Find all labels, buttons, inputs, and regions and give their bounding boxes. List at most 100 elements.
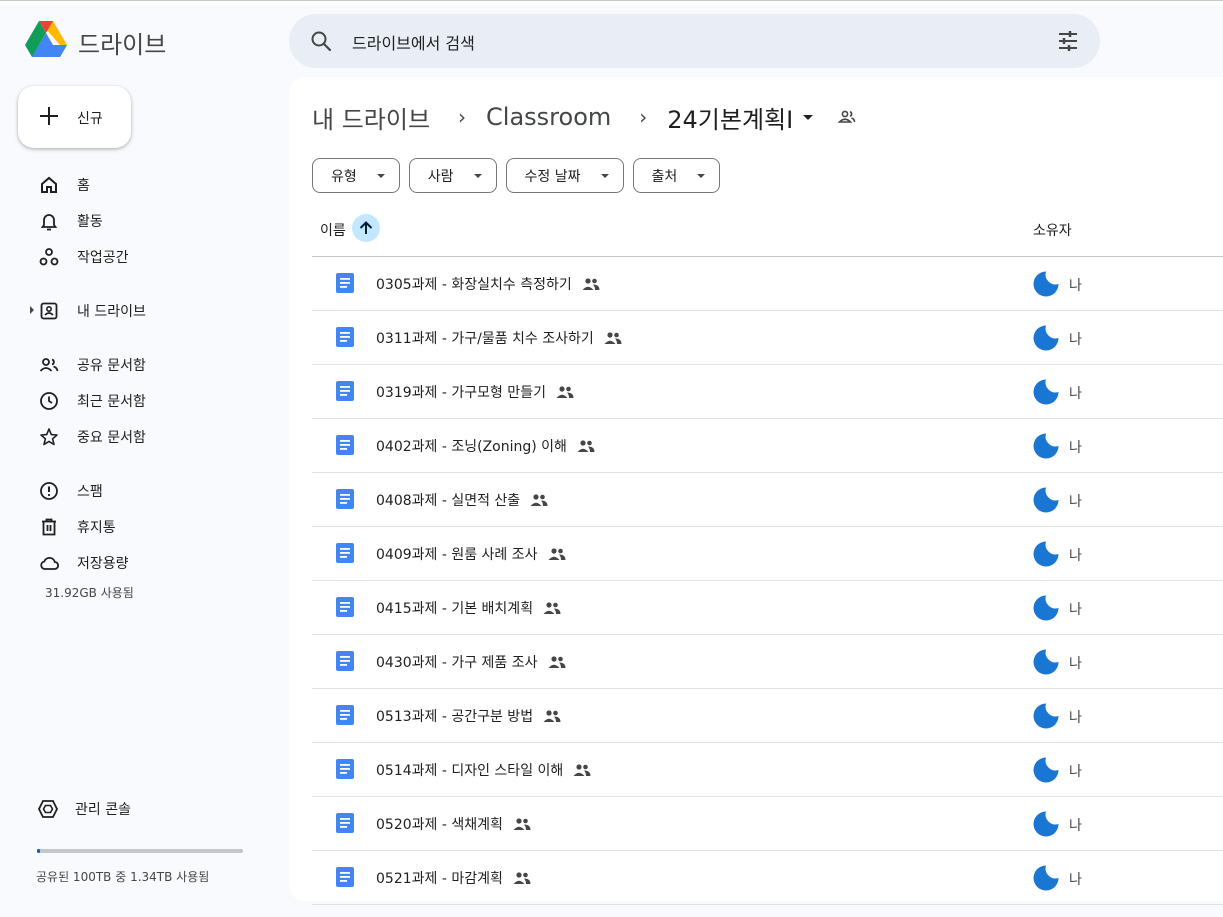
shared-people-icon xyxy=(582,278,600,290)
file-row[interactable]: 0409과제 - 원룸 사례 조사 나 xyxy=(312,527,1223,581)
shared-people-icon xyxy=(543,602,561,614)
tune-icon[interactable] xyxy=(1056,29,1080,53)
search-bar[interactable]: 드라이브에서 검색 xyxy=(289,14,1100,68)
column-name-header[interactable]: 이름 xyxy=(320,220,346,240)
main-panel: 내 드라이브 › Classroom › 24기본계획I 유형 사람 수정 날짜… xyxy=(289,77,1223,905)
filter-label: 출처 xyxy=(651,168,678,185)
quota-text: 공유된 100TB 중 1.34TB 사용됨 xyxy=(36,870,210,884)
dropdown-arrow-icon[interactable] xyxy=(803,114,814,120)
sidebar-item-storage[interactable]: 저장용량 xyxy=(30,546,270,578)
google-docs-icon xyxy=(336,327,354,347)
breadcrumb-classroom[interactable]: Classroom xyxy=(486,103,611,131)
filter-label: 유형 xyxy=(331,168,357,185)
sidebar-item-label: 홈 xyxy=(77,178,90,194)
search-icon[interactable] xyxy=(309,29,333,53)
file-name-text: 0402과제 - 조닝(Zoning) 이해 xyxy=(376,439,567,455)
google-docs-icon xyxy=(336,759,354,779)
sidebar-item-trash[interactable]: 휴지통 xyxy=(30,510,270,542)
file-row[interactable]: 0415과제 - 기본 배치계획 나 xyxy=(312,581,1223,635)
file-name[interactable]: 0408과제 - 실면적 산출 xyxy=(376,490,548,510)
storage-used-text: 31.92GB 사용됨 xyxy=(45,586,134,600)
dropdown-arrow-icon xyxy=(697,173,706,178)
file-row[interactable]: 0520과제 - 색채계획 나 xyxy=(312,797,1223,851)
workspaces-icon xyxy=(39,248,59,266)
sidebar-item-label: 작업공간 xyxy=(77,250,129,266)
file-name-text: 0415과제 - 기본 배치계획 xyxy=(376,601,534,617)
owner-avatar xyxy=(1032,270,1060,298)
owner-name: 나 xyxy=(1069,548,1082,564)
sidebar-item-home[interactable]: 홈 xyxy=(30,168,270,200)
file-row[interactable]: 0513과제 - 공간구분 방법 나 xyxy=(312,689,1223,743)
file-name[interactable]: 0514과제 - 디자인 스타일 이해 xyxy=(376,760,591,780)
file-name-text: 0514과제 - 디자인 스타일 이해 xyxy=(376,763,564,779)
sidebar-item-my-drive[interactable]: 내 드라이브 xyxy=(30,294,270,326)
sidebar-item-label: 저장용량 xyxy=(77,556,129,572)
expand-caret-icon[interactable] xyxy=(30,306,34,314)
file-name[interactable]: 0319과제 - 가구모형 만들기 xyxy=(376,382,574,402)
file-name[interactable]: 0430과제 - 가구 제품 조사 xyxy=(376,652,566,672)
sidebar-item-recent[interactable]: 최근 문서함 xyxy=(30,384,270,416)
file-row[interactable]: 0402과제 - 조닝(Zoning) 이해 나 xyxy=(312,419,1223,473)
new-button[interactable]: 신규 xyxy=(18,86,131,148)
sidebar-item-label: 스팸 xyxy=(77,484,103,500)
owner-name: 나 xyxy=(1069,872,1082,888)
shared-people-icon xyxy=(530,494,548,506)
file-row[interactable]: 0305과제 - 화장실치수 측정하기 나 xyxy=(312,257,1223,311)
owner-name: 나 xyxy=(1069,332,1082,348)
shared-people-icon xyxy=(513,872,531,884)
breadcrumb-my-drive[interactable]: 내 드라이브 xyxy=(312,100,430,135)
breadcrumb-current-folder[interactable]: 24기본계획I xyxy=(667,100,793,135)
owner-avatar xyxy=(1032,702,1060,730)
column-owner-header[interactable]: 소유자 xyxy=(1033,220,1072,240)
owner-name: 나 xyxy=(1069,764,1082,780)
file-row[interactable]: 0430과제 - 가구 제품 조사 나 xyxy=(312,635,1223,689)
filter-modified[interactable]: 수정 날짜 xyxy=(505,158,624,193)
file-name[interactable]: 0513과제 - 공간구분 방법 xyxy=(376,706,561,726)
my-drive-icon xyxy=(40,302,58,320)
filter-type[interactable]: 유형 xyxy=(312,158,400,193)
owner-avatar xyxy=(1032,594,1060,622)
sidebar-item-shared[interactable]: 공유 문서함 xyxy=(30,348,270,380)
bell-icon xyxy=(40,214,58,231)
file-row[interactable]: 0319과제 - 가구모형 만들기 나 xyxy=(312,365,1223,419)
sidebar-item-label: 최근 문서함 xyxy=(77,394,146,410)
file-name[interactable]: 0305과제 - 화장실치수 측정하기 xyxy=(376,274,600,294)
sidebar-item-activity[interactable]: 활동 xyxy=(30,204,270,236)
sidebar-item-workspaces[interactable]: 작업공간 xyxy=(30,240,270,272)
shared-people-icon xyxy=(548,656,566,668)
shared-folder-icon[interactable] xyxy=(837,107,857,127)
file-name[interactable]: 0415과제 - 기본 배치계획 xyxy=(376,598,561,618)
file-name-text: 0311과제 - 가구/물품 치수 조사하기 xyxy=(376,331,594,347)
search-input[interactable]: 드라이브에서 검색 xyxy=(352,30,475,54)
filter-people[interactable]: 사람 xyxy=(408,158,497,193)
sort-ascending-button[interactable] xyxy=(352,214,380,242)
sidebar-item-spam[interactable]: 스팸 xyxy=(30,474,270,506)
admin-console-link[interactable]: 관리 콘솔 xyxy=(30,793,270,825)
file-row[interactable]: 0521과제 - 마감계획 나 xyxy=(312,851,1223,905)
filter-label: 수정 날짜 xyxy=(524,168,581,185)
sidebar-item-label: 중요 문서함 xyxy=(77,430,146,446)
owner-name: 나 xyxy=(1069,494,1082,510)
file-row[interactable]: 0408과제 - 실면적 산출 나 xyxy=(312,473,1223,527)
google-docs-icon xyxy=(336,273,354,293)
chevron-right-icon: › xyxy=(458,105,467,129)
filter-source[interactable]: 출처 xyxy=(632,158,721,193)
file-name[interactable]: 0311과제 - 가구/물품 치수 조사하기 xyxy=(376,328,622,348)
file-name[interactable]: 0520과제 - 색채계획 xyxy=(376,814,531,834)
spam-icon xyxy=(40,482,58,500)
sidebar-item-starred[interactable]: 중요 문서함 xyxy=(30,420,270,452)
file-name[interactable]: 0521과제 - 마감계획 xyxy=(376,868,531,888)
google-docs-icon xyxy=(336,705,354,725)
dropdown-arrow-icon xyxy=(473,173,482,178)
file-row[interactable]: 0514과제 - 디자인 스타일 이해 나 xyxy=(312,743,1223,797)
file-name[interactable]: 0409과제 - 원룸 사례 조사 xyxy=(376,544,566,564)
quota-progress-fill xyxy=(37,849,40,853)
app-title[interactable]: 드라이브 xyxy=(78,25,166,60)
sidebar-item-label: 휴지통 xyxy=(77,520,116,536)
quota-progress-bar xyxy=(37,849,243,853)
file-name[interactable]: 0402과제 - 조닝(Zoning) 이해 xyxy=(376,436,595,456)
google-docs-icon xyxy=(336,489,354,509)
file-row[interactable]: 0311과제 - 가구/물품 치수 조사하기 나 xyxy=(312,311,1223,365)
google-drive-logo[interactable] xyxy=(25,21,67,59)
shared-people-icon xyxy=(577,440,595,452)
